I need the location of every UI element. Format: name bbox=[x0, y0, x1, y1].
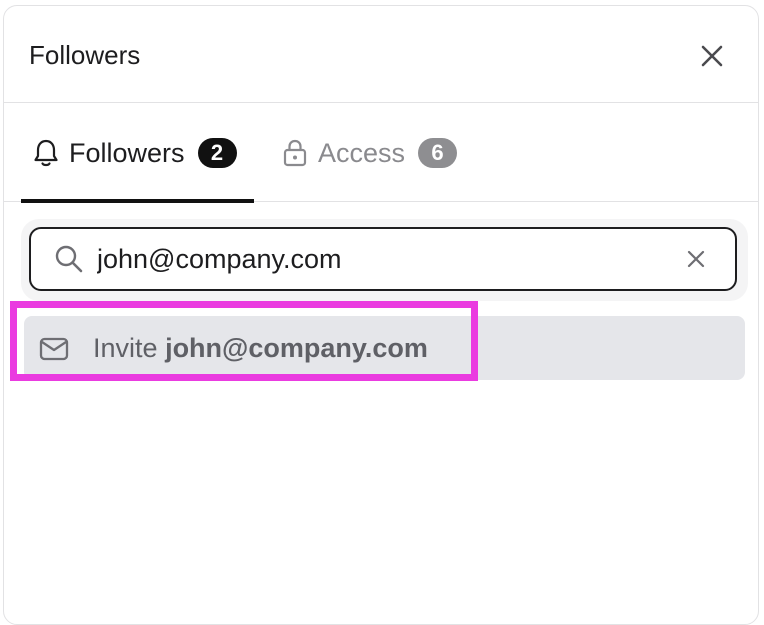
search-field[interactable] bbox=[29, 227, 737, 291]
search-input[interactable] bbox=[97, 239, 657, 279]
invite-text: Invite john@company.com bbox=[93, 331, 428, 365]
active-tab-indicator bbox=[21, 199, 254, 203]
search-icon bbox=[55, 245, 83, 273]
close-icon bbox=[701, 45, 723, 67]
close-button[interactable] bbox=[692, 36, 732, 76]
lock-icon bbox=[280, 138, 310, 168]
access-count-badge: 6 bbox=[418, 138, 458, 168]
clear-icon bbox=[687, 250, 705, 268]
clear-search-button[interactable] bbox=[679, 242, 713, 276]
tab-access-label: Access bbox=[318, 138, 406, 168]
tab-followers-label: Followers bbox=[69, 138, 185, 168]
invite-option[interactable]: Invite john@company.com bbox=[24, 316, 745, 380]
tab-bar: Followers 2 Access 6 bbox=[4, 104, 758, 202]
tab-access[interactable]: Access 6 bbox=[276, 104, 476, 202]
bell-icon bbox=[31, 138, 61, 168]
invite-email: john@company.com bbox=[165, 333, 428, 363]
mail-icon bbox=[39, 337, 69, 361]
invite-prefix: Invite bbox=[93, 333, 158, 363]
followers-count-badge: 2 bbox=[197, 138, 237, 168]
tab-followers[interactable]: Followers 2 bbox=[21, 104, 254, 202]
panel-header: Followers bbox=[4, 6, 758, 103]
followers-panel: Followers Followers 2 Access 6 john@comp… bbox=[3, 5, 759, 625]
search-container bbox=[21, 219, 748, 301]
panel-title: Followers bbox=[29, 40, 141, 70]
